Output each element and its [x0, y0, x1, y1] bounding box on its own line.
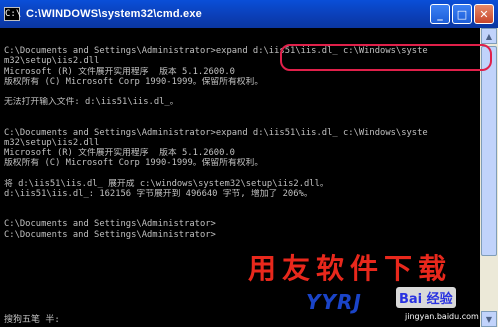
- highlight-annotation: [280, 44, 492, 71]
- console-line: Microsoft (R) 文件展开实用程序 版本 5.1.2600.0: [4, 148, 235, 159]
- console-line: 将 d:\iis51\iis.dl_ 展开成 c:\windows\system…: [4, 178, 329, 189]
- window-title: C:\WINDOWS\system32\cmd.exe: [26, 8, 202, 20]
- maximize-button[interactable]: □: [452, 4, 472, 24]
- cmd-icon: C:\: [4, 7, 22, 21]
- close-button[interactable]: ✕: [474, 4, 494, 24]
- scroll-thumb[interactable]: [481, 46, 497, 256]
- title-bar[interactable]: C:\ C:\WINDOWS\system32\cmd.exe _ □ ✕: [0, 0, 498, 28]
- console-line: C:\Documents and Settings\Administrator>: [4, 219, 216, 230]
- console-line: m32\setup\iis2.dll: [4, 137, 100, 148]
- watermark-latin: YYRJ: [306, 290, 362, 314]
- minimize-button[interactable]: _: [430, 4, 450, 24]
- window-controls: _ □ ✕: [430, 4, 494, 24]
- console-line: 版权所有 (C) Microsoft Corp 1990-1999。保留所有权利…: [4, 158, 264, 169]
- ime-status: 搜狗五笔 半:: [4, 315, 60, 325]
- console-line: d:\iis51\iis.dl_: 162156 字节展开到 496640 字节…: [4, 188, 313, 199]
- vertical-scrollbar[interactable]: ▲ ▼: [480, 28, 498, 327]
- baidu-url: jingyan.baidu.com: [405, 312, 479, 321]
- console-line: 版权所有 (C) Microsoft Corp 1990-1999。保留所有权利…: [4, 76, 264, 87]
- baidu-logo: Bai 经验: [396, 287, 456, 308]
- console-line: C:\Documents and Settings\Administrator>: [4, 229, 216, 240]
- scroll-down-button[interactable]: ▼: [481, 311, 497, 327]
- watermark-chinese: 用友软件下载: [248, 252, 453, 285]
- console-line: 无法打开输入文件: d:\iis51\iis.dl_。: [4, 97, 179, 108]
- scroll-up-button[interactable]: ▲: [481, 28, 497, 44]
- console-line: C:\Documents and Settings\Administrator>…: [4, 127, 428, 138]
